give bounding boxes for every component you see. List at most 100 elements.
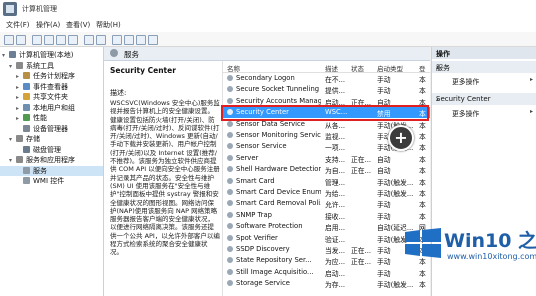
service-row[interactable]: Smart Card Removal Poli... 允许... 手动 本 [223,198,430,209]
refresh-icon[interactable] [56,35,66,45]
service-row[interactable]: Smart Card Device Enum... 为给... 手动(触发... 本 [223,187,430,198]
service-startup: 手动(触发... [377,281,414,290]
tree-item[interactable]: WMI 控件 [0,176,103,186]
service-row[interactable]: State Repository Ser... 为应... 正在... 手动本 [223,255,430,266]
gear-icon [227,97,233,104]
expand-toggle-icon[interactable]: ▾ [9,136,16,143]
tree-item-label: 共享文件夹 [33,93,68,101]
service-logon: 本 [419,167,426,176]
node-icon [23,145,30,153]
expand-toggle-icon[interactable]: ▸ [16,94,23,101]
forward-icon[interactable] [16,35,26,45]
actions-group-services[interactable]: 服务 ▴ [432,61,536,73]
menu-action[interactable]: 操作(A) [36,20,60,30]
tree-item[interactable]: ▸ 性能 [0,113,103,123]
tree-item[interactable]: 设备管理器 [0,124,103,134]
tree-item[interactable]: ▾ 计算机管理(本地) [0,50,103,60]
tree-item-label: 服务 [33,166,47,175]
service-row[interactable]: Smart Card 管理... 手动(触发... 本 [223,176,430,187]
tree-item[interactable]: ▾ 服务和应用程序 [0,155,103,165]
service-row[interactable]: SNMP Trap 接收... 手动 本 [223,210,430,221]
restart-service-icon[interactable] [148,35,158,45]
service-row[interactable]: Shell Hardware Detection 为自... 正在... 自动 本 [223,164,430,175]
start-service-icon[interactable] [112,35,122,45]
tree-item[interactable]: ▸ 本地用户和组 [0,103,103,113]
service-row[interactable]: Server 支持... 正在... 自动 本 [223,153,430,164]
tree-item[interactable]: ▸ 任务计划程序 [0,71,103,81]
expand-toggle-icon[interactable]: ▸ [16,73,23,80]
service-desc: 启用... [325,224,346,233]
col-startup-type[interactable]: 启动类型 [377,63,403,73]
expand-toggle-icon[interactable]: ▸ [16,84,23,91]
expand-toggle-icon[interactable]: ▾ [2,52,9,59]
tree-item[interactable]: ▸ 事件查看器 [0,82,103,92]
watermark-brand: Win10 之家 [444,230,536,252]
col-status[interactable]: 状态 [351,63,364,73]
tree-item[interactable]: 磁盘管理 [0,145,103,155]
service-row[interactable]: Secure Socket Tunneling ... 提供... 手动 本 [223,84,430,95]
menu-view[interactable]: 查看(V) [66,20,90,30]
service-logon: 本 [419,155,426,164]
tree-item-label: 设备管理器 [33,124,68,133]
node-icon [23,177,30,184]
expand-toggle-icon[interactable]: ▸ [16,115,23,122]
service-name: Smart Card Removal Poli... [236,199,321,208]
menu-help[interactable]: 帮助(H) [96,20,121,30]
tree-item-label: 任务计划程序 [33,72,75,80]
node-icon [23,103,30,111]
help-icon[interactable] [84,35,94,45]
description-text: WSCSVC(Windows 安全中心)服务监视并报告计算机上的安全健康设置。健… [110,99,220,257]
tree-item-label: 性能 [33,114,47,122]
service-startup: 自动 [377,155,391,164]
description-panel: Security Center 描述: WSCSVC(Windows 安全中心)… [104,61,223,296]
computer-management-icon [3,2,17,16]
service-startup: 手动 [377,87,391,96]
page-title: 服务 [124,50,139,59]
service-desc: 为给... [325,190,346,198]
service-startup: 手动 [377,212,391,221]
more-actions-security-center[interactable]: 更多操作 [452,108,479,118]
tree-item[interactable]: ▸ 共享文件夹 [0,92,103,102]
expand-toggle-icon[interactable]: ▸ [16,105,23,112]
service-desc: 在不... [325,76,346,84]
expand-toggle-icon[interactable]: ▾ [9,63,16,70]
service-row[interactable]: SSDP Discovery当发...正在...手动本 [223,244,430,255]
service-row[interactable]: Still Image Acquisitio... 启动... 手动 本 [223,267,430,278]
cursor-plus-icon: + [388,125,414,151]
col-description[interactable]: 描述 [325,63,338,73]
collapse-icon: ▴ [436,64,440,71]
more-actions-services[interactable]: 更多操作 [452,76,479,86]
service-desc: 从各... [325,121,346,130]
service-desc: 支持... [325,155,346,164]
col-name[interactable]: 名称 [227,63,240,73]
service-name: Sensor Service [236,142,287,151]
tree-item[interactable]: 服务 [0,165,103,176]
service-name: Server [236,153,259,162]
pause-service-icon[interactable] [136,35,146,45]
tree-item[interactable]: ▾ 存储 [0,134,103,144]
up-icon[interactable] [32,35,42,45]
gear-icon [227,223,233,230]
service-desc: 为应... [325,258,346,267]
service-row[interactable]: Storage Service 为存... 手动(触发... 本 [223,278,430,289]
gear-icon [227,166,233,173]
service-row[interactable]: Software Protection 启用... 自动(延迟... 网 [223,221,430,232]
service-desc: 验证... [325,235,346,244]
export-icon[interactable] [68,35,78,45]
stop-service-icon[interactable] [124,35,134,45]
col-logon[interactable]: 登 [419,63,426,73]
back-icon[interactable] [4,35,14,45]
service-title: Security Center [110,66,176,75]
window-title: 计算机管理 [22,5,57,13]
expand-toggle-icon[interactable]: ▾ [9,157,16,164]
menu-file[interactable]: 文件(F) [6,20,30,30]
properties-icon[interactable] [96,35,106,45]
tree-item-label: 存储 [26,135,40,143]
service-logon: 本 [419,133,426,141]
service-row[interactable]: Spot Verifier验证...手动(触发...本 [223,233,430,244]
gear-icon [227,268,233,275]
tree-item[interactable]: ▾ 系统工具 [0,61,103,71]
service-row[interactable]: Secondary Logon 在不... 手动 本 [223,73,430,84]
show-hide-tree-icon[interactable] [44,35,54,45]
actions-group-security-center[interactable]: Security Center ▴ [432,93,536,105]
